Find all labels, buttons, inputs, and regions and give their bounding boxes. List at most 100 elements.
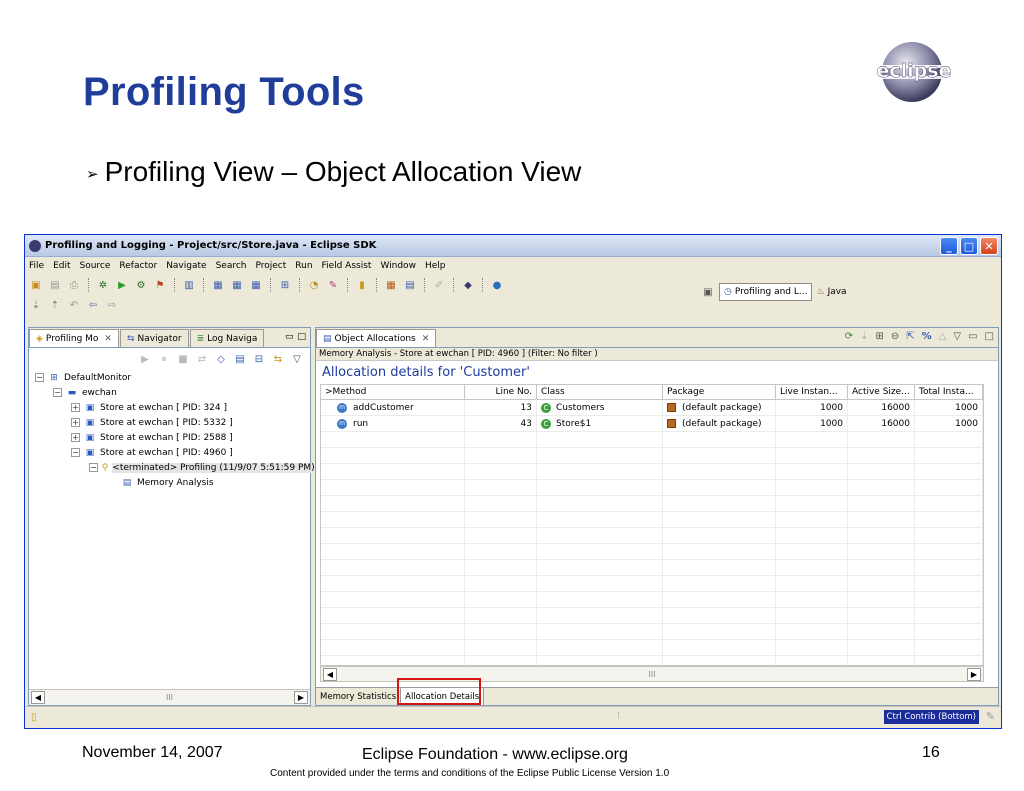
minimize-view-icon[interactable]: ▭ (285, 332, 294, 342)
menu-navigate[interactable]: Navigate (166, 261, 206, 271)
collapse-icon[interactable]: − (53, 388, 62, 397)
tab-navigator[interactable]: ⇆ Navigator (119, 329, 189, 347)
close-button[interactable]: ✕ (980, 237, 998, 255)
expand-icon[interactable]: + (71, 418, 80, 427)
column-header[interactable]: Package (663, 385, 776, 399)
scroll-left-icon[interactable]: ◀ (323, 667, 337, 681)
scroll-left-icon[interactable]: ◀ (31, 691, 45, 704)
window-titlebar[interactable]: Profiling and Logging - Project/src/Stor… (25, 235, 1001, 257)
tree-item[interactable]: ▤ Memory Analysis (31, 475, 310, 490)
filter-icon[interactable]: ⊖ (891, 331, 899, 342)
print-icon[interactable]: ⎙ (67, 278, 81, 292)
refresh-icon[interactable]: ⟳ (845, 331, 853, 342)
column-header[interactable]: Class (537, 385, 663, 399)
table-row[interactable]: m addCustomer 13 C Customers (default pack… (321, 400, 983, 416)
forward-icon[interactable]: ⇨ (105, 298, 119, 312)
attach-icon[interactable]: ⇄ (195, 352, 209, 366)
resume-icon[interactable]: ▶ (138, 352, 152, 366)
table-icon[interactable]: ▦ (384, 278, 398, 292)
scroll-right-icon[interactable]: ▶ (966, 667, 981, 681)
stop-icon[interactable]: ■ (176, 352, 190, 366)
filter-icon[interactable]: ◇ (214, 352, 228, 366)
prev-annotation-icon[interactable]: ⇡ (48, 298, 62, 312)
open-perspective-icon[interactable]: ▣ (701, 285, 715, 299)
chart-icon[interactable]: ▥ (182, 278, 196, 292)
maximize-view-icon[interactable]: □ (985, 331, 994, 342)
collapse-icon[interactable]: − (35, 373, 44, 382)
tree-item[interactable]: − ⊞ DefaultMonitor (31, 370, 310, 385)
grid-icon[interactable]: ⊞ (875, 331, 883, 342)
collapse-icon[interactable]: − (71, 448, 80, 457)
maximize-button[interactable]: □ (960, 237, 978, 255)
marker-icon[interactable]: ◆ (461, 278, 475, 292)
fast-view-icon[interactable]: ▯ (31, 712, 37, 723)
minimize-view-icon[interactable]: ▭ (968, 331, 977, 342)
minimize-button[interactable]: _ (940, 237, 958, 255)
brush-icon[interactable]: ✎ (326, 278, 340, 292)
menu-file[interactable]: File (29, 261, 44, 271)
left-horizontal-scrollbar[interactable]: ◀ III ▶ (29, 689, 310, 705)
view-icon-3[interactable]: ▦ (249, 278, 263, 292)
expand-icon[interactable]: + (71, 403, 80, 412)
expand-icon[interactable]: + (71, 433, 80, 442)
drill-icon[interactable]: ⇣ (860, 331, 868, 342)
menu-window[interactable]: Window (380, 261, 416, 271)
export-icon[interactable]: ⇱ (906, 331, 914, 342)
maximize-view-icon[interactable]: □ (297, 332, 306, 342)
view-icon-1[interactable]: ▦ (211, 278, 225, 292)
percent-icon[interactable]: % (922, 331, 932, 342)
close-tab-icon[interactable]: ✕ (422, 334, 430, 344)
globe-icon[interactable]: ● (490, 278, 504, 292)
hierarchy-icon[interactable]: ⊞ (278, 278, 292, 292)
view-menu-icon[interactable]: ▽ (953, 331, 961, 342)
menu-project[interactable]: Project (255, 261, 286, 271)
collapse-icon[interactable]: − (89, 463, 98, 472)
layout-icon[interactable]: ▤ (233, 352, 247, 366)
status-pen-icon-2[interactable]: ✎ (986, 710, 995, 723)
menu-edit[interactable]: Edit (53, 261, 70, 271)
last-edit-icon[interactable]: ↶ (67, 298, 81, 312)
tree-item[interactable]: + ▣ Store at ewchan [ PID: 2588 ] (31, 430, 310, 445)
column-header[interactable]: >Method (321, 385, 465, 399)
task-icon[interactable]: ▮ (355, 278, 369, 292)
ctrl-contrib-label[interactable]: Ctrl Contrib (Bottom) (883, 710, 979, 724)
next-annotation-icon[interactable]: ⇣ (29, 298, 43, 312)
view-icon-2[interactable]: ▦ (230, 278, 244, 292)
tab-log-navigator[interactable]: ≣ Log Naviga (189, 329, 265, 347)
column-header[interactable]: Line No. (465, 385, 537, 399)
menu-field-assist[interactable]: Field Assist (322, 261, 372, 271)
menu-source[interactable]: Source (80, 261, 111, 271)
menu-search[interactable]: Search (216, 261, 247, 271)
back-icon[interactable]: ⇦ (86, 298, 100, 312)
menu-run[interactable]: Run (295, 261, 312, 271)
menu-refactor[interactable]: Refactor (119, 261, 157, 271)
debug-icon[interactable]: ✲ (96, 278, 110, 292)
table-row[interactable]: m run 43 C Store$1 (default package) 1000 … (321, 416, 983, 432)
tree-item[interactable]: − ▬ ewchan (31, 385, 310, 400)
pause-icon[interactable]: ⏸ (157, 352, 171, 366)
new-icon[interactable]: ▣ (29, 278, 43, 292)
coverage-icon[interactable]: ⚙ (134, 278, 148, 292)
column-header[interactable]: Active Size... (848, 385, 915, 399)
scroll-thumb[interactable]: III (648, 670, 655, 679)
open-type-icon[interactable]: ◔ (307, 278, 321, 292)
link-editor-icon[interactable]: ⇆ (271, 352, 285, 366)
memory-icon[interactable]: ▤ (403, 278, 417, 292)
perspective-profiling[interactable]: ◷ Profiling and L... (719, 283, 813, 301)
scroll-thumb[interactable]: III (166, 693, 173, 702)
save-icon[interactable]: ▤ (48, 278, 62, 292)
tree-item[interactable]: − ▣ Store at ewchan [ PID: 4960 ] (31, 445, 310, 460)
column-header[interactable]: Live Instan... (776, 385, 848, 399)
close-tab-icon[interactable]: ✕ (104, 334, 112, 344)
tree-item[interactable]: + ▣ Store at ewchan [ PID: 324 ] (31, 400, 310, 415)
column-header[interactable]: Total Insta... (915, 385, 983, 399)
run-icon[interactable]: ▶ (115, 278, 129, 292)
scroll-right-icon[interactable]: ▶ (293, 691, 308, 704)
delta-icon[interactable]: △ (939, 331, 947, 342)
collapse-all-icon[interactable]: ⊟ (252, 352, 266, 366)
profile-icon[interactable]: ⚑ (153, 278, 167, 292)
view-menu-icon[interactable]: ▽ (290, 352, 304, 366)
perspective-java[interactable]: ♨ Java (816, 287, 846, 297)
menu-help[interactable]: Help (425, 261, 446, 271)
tab-profiling-monitor[interactable]: ◈ Profiling Mo ✕ (29, 329, 119, 347)
